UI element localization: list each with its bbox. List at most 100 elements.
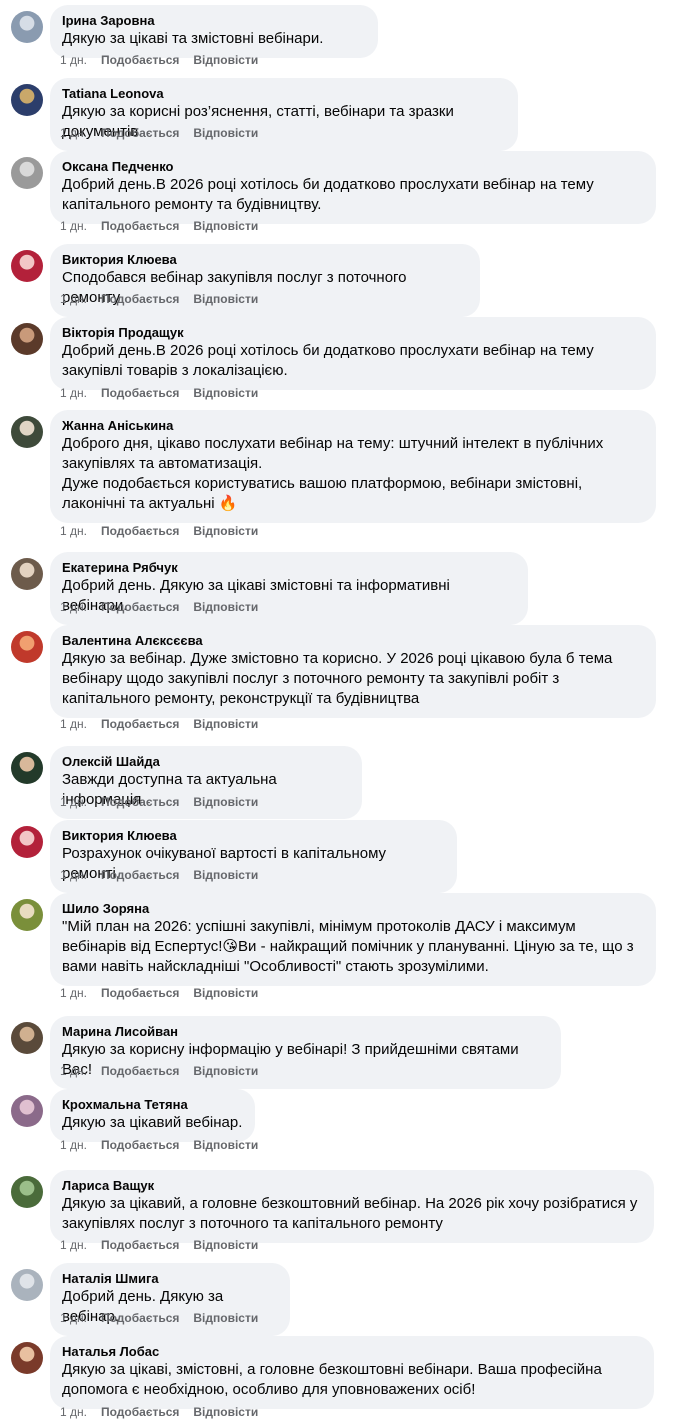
avatar[interactable] — [11, 11, 43, 43]
reply-button[interactable]: Відповісти — [193, 219, 258, 233]
like-button[interactable]: Подобається — [101, 717, 179, 731]
like-button[interactable]: Подобається — [101, 986, 179, 1000]
avatar[interactable] — [11, 1342, 43, 1374]
reply-button[interactable]: Відповісти — [193, 986, 258, 1000]
comment-actions: 1 дн. Подобається Відповісти — [60, 867, 272, 883]
comment-author[interactable]: Лариса Ващук — [62, 1178, 642, 1194]
avatar-image — [11, 416, 43, 448]
reply-button[interactable]: Відповісти — [193, 386, 258, 400]
comment-author[interactable]: Крохмальна Тетяна — [62, 1097, 243, 1113]
comment-author[interactable]: Виктория Клюева — [62, 828, 445, 844]
comment-time[interactable]: 1 дн. — [60, 600, 87, 614]
comment-time[interactable]: 1 дн. — [60, 524, 87, 538]
comment-author[interactable]: Шило Зоряна — [62, 901, 644, 917]
reply-button[interactable]: Відповісти — [193, 524, 258, 538]
avatar-image — [11, 1095, 43, 1127]
like-button[interactable]: Подобається — [101, 53, 179, 67]
reply-button[interactable]: Відповісти — [193, 292, 258, 306]
reply-button[interactable]: Відповісти — [193, 126, 258, 140]
comment-time[interactable]: 1 дн. — [60, 868, 87, 882]
comment-author[interactable]: Валентина Алєксєєва — [62, 633, 644, 649]
comment-text: Дякую за цікаві та змістовні вебінари. — [62, 30, 324, 47]
avatar[interactable] — [11, 416, 43, 448]
comment-author[interactable]: Наталья Лобас — [62, 1344, 642, 1360]
comment-time[interactable]: 1 дн. — [60, 1138, 87, 1152]
comment-time[interactable]: 1 дн. — [60, 1311, 87, 1325]
reply-button[interactable]: Відповісти — [193, 1138, 258, 1152]
avatar[interactable] — [11, 631, 43, 663]
avatar-image — [11, 1342, 43, 1374]
like-button[interactable]: Подобається — [101, 126, 179, 140]
avatar[interactable] — [11, 752, 43, 784]
comment-author[interactable]: Виктория Клюева — [62, 252, 468, 268]
comment-author[interactable]: Марина Лисойван — [62, 1024, 549, 1040]
comment-actions: 1 дн. Подобається Відповісти — [60, 1063, 272, 1079]
comment-time[interactable]: 1 дн. — [60, 1238, 87, 1252]
comment-time[interactable]: 1 дн. — [60, 219, 87, 233]
avatar[interactable] — [11, 1176, 43, 1208]
avatar[interactable] — [11, 826, 43, 858]
like-button[interactable]: Подобається — [101, 219, 179, 233]
avatar[interactable] — [11, 899, 43, 931]
avatar[interactable] — [11, 157, 43, 189]
comment-text: Доброго дня, цікаво послухати вебінар на… — [62, 435, 604, 512]
avatar[interactable] — [11, 1269, 43, 1301]
comment-text: Добрий день.В 2026 році хотілось би дода… — [62, 176, 594, 213]
comment-actions: 1 дн. Подобається Відповісти — [60, 985, 272, 1001]
avatar[interactable] — [11, 84, 43, 116]
comment-author[interactable]: Жанна Аніськина — [62, 418, 644, 434]
reply-button[interactable]: Відповісти — [193, 717, 258, 731]
comment-time[interactable]: 1 дн. — [60, 986, 87, 1000]
avatar-image — [11, 899, 43, 931]
reply-button[interactable]: Відповісти — [193, 1311, 258, 1325]
reply-button[interactable]: Відповісти — [193, 53, 258, 67]
comment-time[interactable]: 1 дн. — [60, 1064, 87, 1078]
avatar[interactable] — [11, 250, 43, 282]
comment-author[interactable]: Оксана Педченко — [62, 159, 644, 175]
comment-bubble: Жанна Аніськина Доброго дня, цікаво послу… — [50, 410, 656, 523]
avatar-image — [11, 84, 43, 116]
reply-button[interactable]: Відповісти — [193, 600, 258, 614]
comment-bubble: Крохмальна Тетяна Дякую за цікавий вебіна… — [50, 1089, 255, 1142]
comment-author[interactable]: Екатерина Рябчук — [62, 560, 516, 576]
avatar[interactable] — [11, 323, 43, 355]
comment-author[interactable]: Ірина Заровна — [62, 13, 366, 29]
reply-button[interactable]: Відповісти — [193, 1238, 258, 1252]
like-button[interactable]: Подобається — [101, 292, 179, 306]
comment-time[interactable]: 1 дн. — [60, 292, 87, 306]
comment-author[interactable]: Наталія Шмига — [62, 1271, 278, 1287]
comment-actions: 1 дн. Подобається Відповісти — [60, 291, 272, 307]
comment-author[interactable]: Вікторія Продащук — [62, 325, 644, 341]
like-button[interactable]: Подобається — [101, 386, 179, 400]
comment-time[interactable]: 1 дн. — [60, 717, 87, 731]
reply-button[interactable]: Відповісти — [193, 1064, 258, 1078]
comment-time[interactable]: 1 дн. — [60, 795, 87, 809]
like-button[interactable]: Подобається — [101, 868, 179, 882]
like-button[interactable]: Подобається — [101, 1138, 179, 1152]
comment-time[interactable]: 1 дн. — [60, 53, 87, 67]
avatar-image — [11, 157, 43, 189]
like-button[interactable]: Подобається — [101, 1238, 179, 1252]
comment-author[interactable]: Олексій Шайда — [62, 754, 350, 770]
comment-author[interactable]: Tatiana Leonova — [62, 86, 506, 102]
like-button[interactable]: Подобається — [101, 1311, 179, 1325]
avatar-image — [11, 323, 43, 355]
like-button[interactable]: Подобається — [101, 600, 179, 614]
avatar[interactable] — [11, 558, 43, 590]
comment-time[interactable]: 1 дн. — [60, 386, 87, 400]
reply-button[interactable]: Відповісти — [193, 868, 258, 882]
avatar[interactable] — [11, 1022, 43, 1054]
comment-text: Дякую за цікавий вебінар. — [62, 1114, 243, 1131]
like-button[interactable]: Подобається — [101, 524, 179, 538]
comment-time[interactable]: 1 дн. — [60, 126, 87, 140]
avatar[interactable] — [11, 1095, 43, 1127]
avatar-image — [11, 1269, 43, 1301]
like-button[interactable]: Подобається — [101, 1064, 179, 1078]
reply-button[interactable]: Відповісти — [193, 795, 258, 809]
avatar-image — [11, 1022, 43, 1054]
comment-actions: 1 дн. Подобається Відповісти — [60, 125, 272, 141]
avatar-image — [11, 558, 43, 590]
comment-actions: 1 дн. Подобається Відповісти — [60, 599, 272, 615]
comment-actions: 1 дн. Подобається Відповісти — [60, 218, 272, 234]
like-button[interactable]: Подобається — [101, 795, 179, 809]
